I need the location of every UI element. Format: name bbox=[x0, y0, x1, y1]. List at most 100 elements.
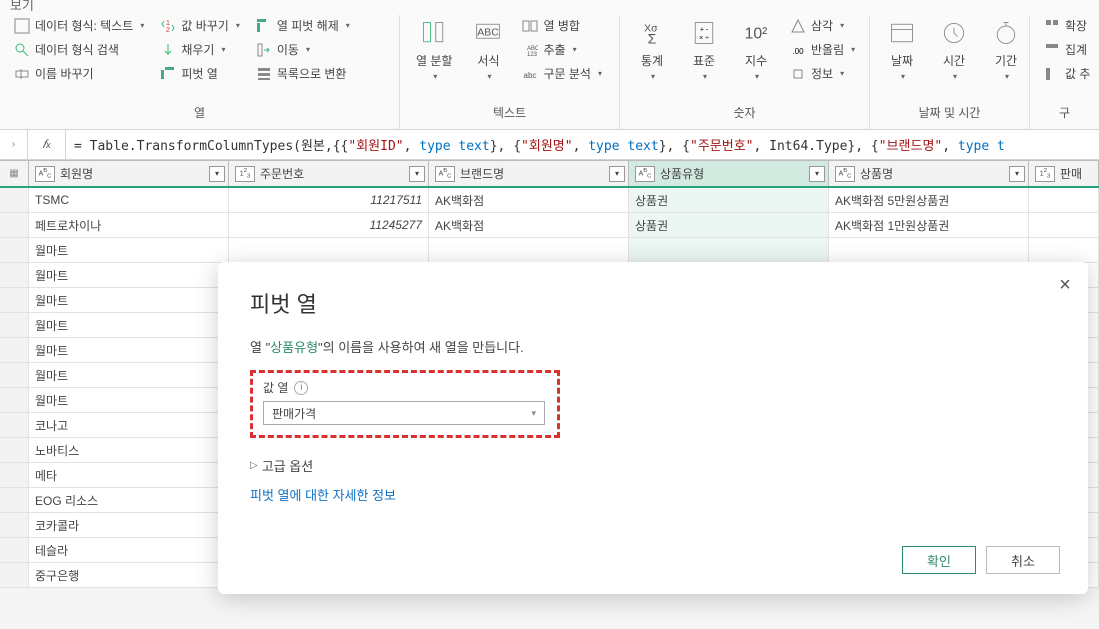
row-selector[interactable] bbox=[0, 563, 29, 587]
split-column-button[interactable]: 열 분할▾ bbox=[410, 15, 458, 83]
cell[interactable]: 월마트 bbox=[29, 288, 229, 312]
expand-button[interactable]: 확장 bbox=[1040, 15, 1094, 36]
cell[interactable]: AK백화점 bbox=[429, 188, 629, 212]
column-header-sale-price[interactable]: 123 판매 bbox=[1029, 160, 1099, 186]
column-header-brand[interactable]: ABC 브랜드명 ▾ bbox=[429, 160, 629, 186]
formula-input[interactable]: = Table.TransformColumnTypes(원본,{{"회원ID"… bbox=[66, 135, 1099, 154]
parse-button[interactable]: abc 구문 분석▾ bbox=[518, 63, 606, 84]
row-selector[interactable] bbox=[0, 513, 29, 537]
cell[interactable]: EOG 리소스 bbox=[29, 488, 229, 512]
standard-button[interactable]: + -× ÷ 표준▾ bbox=[682, 15, 726, 83]
filter-button[interactable]: ▾ bbox=[409, 166, 425, 182]
scientific-button[interactable]: 10² 지수▾ bbox=[734, 15, 778, 83]
cell[interactable] bbox=[629, 238, 829, 262]
cell[interactable] bbox=[1029, 213, 1099, 237]
cancel-button[interactable]: 취소 bbox=[986, 546, 1060, 574]
cell[interactable]: AK백화점 1만원상품권 bbox=[829, 213, 1029, 237]
value-column-select[interactable]: 판매가격 ▾ bbox=[263, 401, 545, 425]
row-selector[interactable] bbox=[0, 438, 29, 462]
cell[interactable]: AK백화점 bbox=[429, 213, 629, 237]
cell[interactable]: 11245277 bbox=[229, 213, 429, 237]
close-button[interactable]: × bbox=[1056, 276, 1074, 294]
cell[interactable] bbox=[1029, 238, 1099, 262]
column-header-member-name[interactable]: ABC 회원명 ▾ bbox=[29, 160, 229, 186]
cell[interactable]: 코카콜라 bbox=[29, 513, 229, 537]
duration-button[interactable]: 기간▾ bbox=[984, 15, 1028, 83]
row-selector[interactable] bbox=[0, 213, 29, 237]
cell[interactable]: 중구은행 bbox=[29, 563, 229, 587]
cell[interactable]: TSMC bbox=[29, 188, 229, 212]
cell[interactable]: 테슬라 bbox=[29, 538, 229, 562]
cell[interactable]: 코나고 bbox=[29, 413, 229, 437]
fill-button[interactable]: 채우기▾ bbox=[156, 39, 244, 60]
move-button[interactable]: 이동▾ bbox=[252, 39, 354, 60]
cell[interactable]: 월마트 bbox=[29, 363, 229, 387]
row-selector[interactable] bbox=[0, 463, 29, 487]
row-selector[interactable] bbox=[0, 188, 29, 212]
table-row[interactable]: 월마트 bbox=[0, 238, 1099, 263]
column-header-product-type[interactable]: ABC 상품유형 ▾ bbox=[629, 160, 829, 186]
pivot-button[interactable]: 피벗 열 bbox=[156, 63, 244, 84]
data-type-button[interactable]: 데이터 형식: 텍스트▾ bbox=[10, 15, 148, 36]
cell[interactable] bbox=[229, 238, 429, 262]
detect-type-button[interactable]: 데이터 형식 검색 bbox=[10, 39, 148, 60]
filter-button[interactable]: ▾ bbox=[209, 166, 225, 182]
row-selector[interactable] bbox=[0, 338, 29, 362]
rounding-button[interactable]: .00 반올림▾ bbox=[786, 39, 859, 60]
row-selector[interactable] bbox=[0, 538, 29, 562]
column-header-product-name[interactable]: ABC 상품명 ▾ bbox=[829, 160, 1029, 186]
table-row[interactable]: TSMC11217511AK백화점상품권AK백화점 5만원상품권 bbox=[0, 188, 1099, 213]
learn-more-link[interactable]: 피벗 열에 대한 자세한 정보 bbox=[250, 485, 1056, 504]
filter-button[interactable]: ▾ bbox=[609, 166, 625, 182]
column-header-order-no[interactable]: 123 주문번호 ▾ bbox=[229, 160, 429, 186]
cell[interactable] bbox=[1029, 188, 1099, 212]
extract-values-button[interactable]: 값 추 bbox=[1040, 63, 1094, 84]
cell[interactable]: 월마트 bbox=[29, 388, 229, 412]
row-header-corner[interactable]: ▦ bbox=[0, 160, 29, 186]
time-button[interactable]: 시간▾ bbox=[932, 15, 976, 83]
ok-button[interactable]: 확인 bbox=[902, 546, 976, 574]
row-selector[interactable] bbox=[0, 238, 29, 262]
row-selector[interactable] bbox=[0, 488, 29, 512]
cell[interactable]: AK백화점 5만원상품권 bbox=[829, 188, 1029, 212]
cell[interactable] bbox=[429, 238, 629, 262]
chevron-down-icon: ▾ bbox=[221, 45, 225, 54]
info-icon[interactable]: i bbox=[294, 381, 308, 395]
advanced-options-expander[interactable]: ▷ 고급 옵션 bbox=[250, 456, 1056, 475]
row-selector[interactable] bbox=[0, 263, 29, 287]
row-selector[interactable] bbox=[0, 388, 29, 412]
date-button[interactable]: 날짜▾ bbox=[880, 15, 924, 83]
cell[interactable]: 11217511 bbox=[229, 188, 429, 212]
cell[interactable]: 월마트 bbox=[29, 238, 229, 262]
information-button[interactable]: 정보▾ bbox=[786, 63, 859, 84]
triangle-right-icon: ▷ bbox=[250, 460, 258, 471]
row-selector[interactable] bbox=[0, 288, 29, 312]
replace-values-button[interactable]: 12 값 바꾸기▾ bbox=[156, 15, 244, 36]
cell[interactable]: 페트로차이나 bbox=[29, 213, 229, 237]
statistics-button[interactable]: XσΣ 통계▾ bbox=[630, 15, 674, 83]
table-row[interactable]: 페트로차이나11245277AK백화점상품권AK백화점 1만원상품권 bbox=[0, 213, 1099, 238]
formula-controls[interactable]: › bbox=[0, 130, 28, 159]
cell[interactable]: 월마트 bbox=[29, 313, 229, 337]
format-button[interactable]: ABC 서식▾ bbox=[466, 15, 510, 83]
extract-button[interactable]: ABC123 추출▾ bbox=[518, 39, 606, 60]
convert-to-list-button[interactable]: 목록으로 변환 bbox=[252, 63, 354, 84]
filter-button[interactable]: ▾ bbox=[809, 166, 825, 182]
aggregate-button[interactable]: 집계 bbox=[1040, 39, 1094, 60]
cell[interactable]: 월마트 bbox=[29, 338, 229, 362]
chevron-right-icon: › bbox=[12, 139, 15, 150]
cell[interactable]: 노바티스 bbox=[29, 438, 229, 462]
merge-columns-button[interactable]: 열 병합 bbox=[518, 15, 606, 36]
row-selector[interactable] bbox=[0, 413, 29, 437]
cell[interactable] bbox=[829, 238, 1029, 262]
filter-button[interactable]: ▾ bbox=[1009, 166, 1025, 182]
unpivot-button[interactable]: 열 피벗 해제▾ bbox=[252, 15, 354, 36]
cell[interactable]: 월마트 bbox=[29, 263, 229, 287]
rename-button[interactable]: 이름 바꾸기 bbox=[10, 63, 148, 84]
row-selector[interactable] bbox=[0, 363, 29, 387]
trigonometry-button[interactable]: 삼각▾ bbox=[786, 15, 859, 36]
row-selector[interactable] bbox=[0, 313, 29, 337]
cell[interactable]: 상품권 bbox=[629, 213, 829, 237]
cell[interactable]: 메타 bbox=[29, 463, 229, 487]
cell[interactable]: 상품권 bbox=[629, 188, 829, 212]
